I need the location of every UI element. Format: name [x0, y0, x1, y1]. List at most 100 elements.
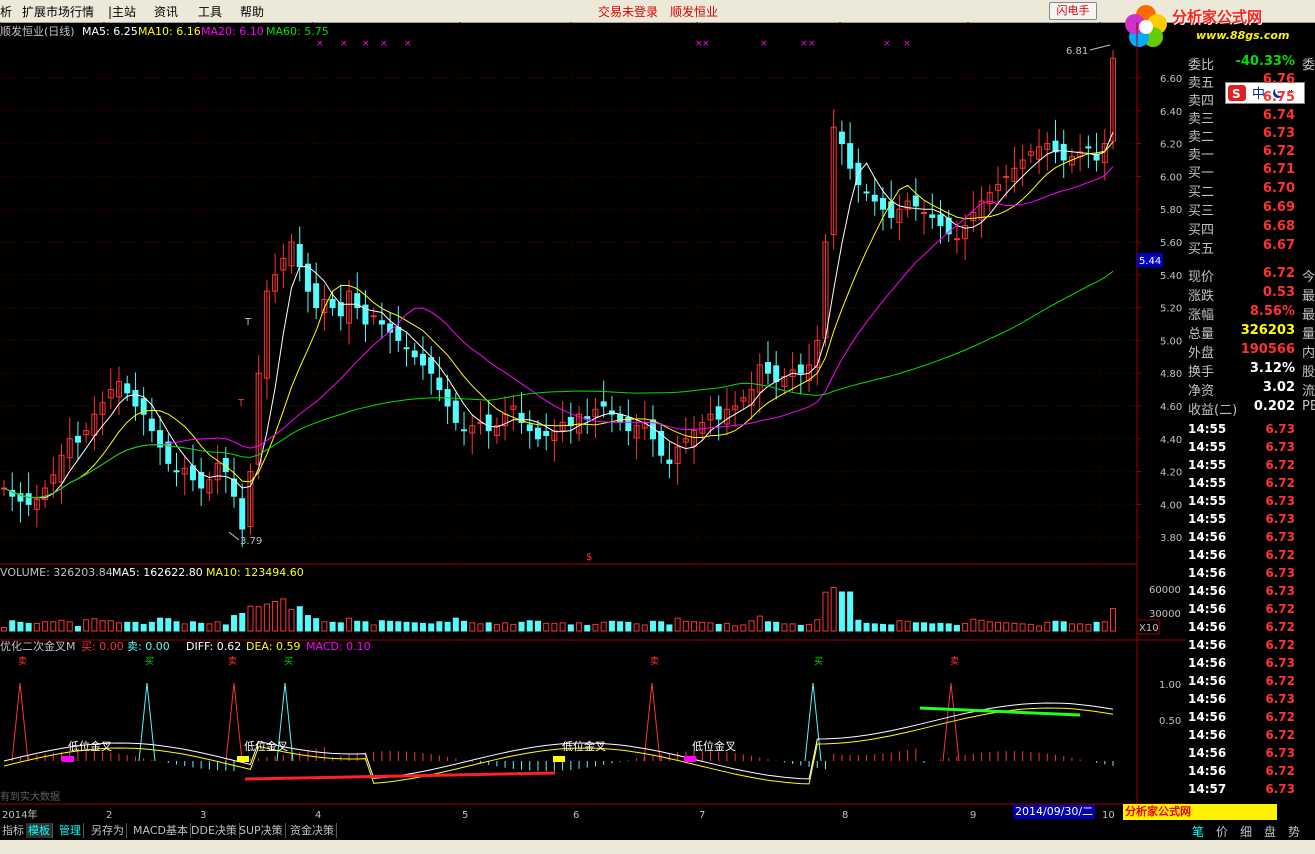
ma20-label: MA20: 6.10 — [201, 25, 264, 38]
volume-bar — [649, 620, 656, 632]
quote-stat-extra: 最 — [1302, 289, 1315, 304]
candle-body — [395, 326, 402, 341]
quote-sell-row[interactable]: 卖五 6.76 — [1186, 72, 1315, 91]
candle-body — [888, 201, 895, 218]
tick-price: 6.73 — [1265, 494, 1295, 508]
tab-indicator[interactable]: 指标 — [0, 823, 27, 838]
tab-detail[interactable]: 细 — [1240, 823, 1252, 840]
candle-body — [912, 195, 919, 207]
tick-time: 14:55 — [1188, 494, 1227, 508]
tick-time: 14:56 — [1188, 584, 1227, 598]
volume-bar — [25, 622, 32, 632]
volume-bar — [510, 623, 517, 632]
quote-sell-label: 卖五 — [1188, 76, 1215, 91]
candle-body — [764, 362, 771, 374]
quote-sell-row[interactable]: 卖三 6.74 — [1186, 108, 1315, 127]
tab-fund-decision[interactable]: 资金决策 — [288, 823, 337, 838]
tab-macd-basic[interactable]: MACD基本 — [131, 823, 191, 838]
volume-bar — [953, 624, 960, 632]
quote-buy-row[interactable]: 买五 6.67 — [1186, 238, 1315, 257]
volume-bar — [9, 620, 16, 632]
tick-row: 14:56 6.72 — [1186, 728, 1315, 746]
tab-orderbook[interactable]: 盘 — [1264, 823, 1276, 840]
kline-chart[interactable]: × × × × × × × × × × × × 顺发恒业(日线) MA5: 6.25 MA10: 6.… — [0, 22, 1186, 822]
tick-time: 14:55 — [1188, 512, 1227, 526]
current-stock-name: 顺发恒业 — [670, 5, 719, 19]
candle-body — [378, 320, 385, 325]
volume-bar — [879, 623, 886, 632]
indicator-sell: 卖: 0.00 — [127, 640, 170, 653]
volume-bar — [863, 622, 870, 632]
tab-trades[interactable]: 笔 — [1192, 823, 1204, 840]
volume-bar — [847, 591, 854, 632]
volume-bar — [962, 622, 969, 632]
volume-bar — [58, 619, 65, 632]
price-tick-label: 6.20 — [1160, 140, 1182, 151]
tab-template[interactable]: 模板 — [26, 823, 53, 838]
volume-ma10: MA10: 123494.60 — [206, 566, 304, 579]
candle-body — [838, 131, 845, 145]
trade-login-status[interactable]: 交易未登录 — [598, 3, 658, 20]
green-trend-line — [919, 706, 1081, 717]
quote-sell-label: 卖二 — [1188, 130, 1215, 145]
flash-trade-button[interactable]: 闪电手 — [1049, 2, 1097, 20]
volume-bar — [354, 620, 361, 632]
tab-save-as[interactable]: 另存为 — [89, 823, 127, 838]
tick-row: 14:56 6.73 — [1186, 746, 1315, 764]
quote-buy-row[interactable]: 买一 6.71 — [1186, 162, 1315, 181]
tab-trend[interactable]: 势 — [1288, 823, 1300, 840]
price-tick-label: 4.00 — [1160, 500, 1182, 511]
quote-sell-row[interactable]: 卖四 6.75 — [1186, 90, 1315, 109]
quote-stat-value: 0.53 — [1262, 285, 1295, 300]
sell-mark-3: 卖 — [950, 656, 959, 667]
volume-bar — [986, 621, 993, 632]
quote-stat-value: 8.56% — [1249, 304, 1295, 319]
volume-bar — [313, 618, 320, 632]
volume-bar — [1019, 623, 1026, 632]
volume-bar — [658, 621, 665, 632]
menu-item-main-site[interactable]: |主站 — [108, 3, 136, 20]
menu-item-tools[interactable]: 工具 — [198, 3, 222, 20]
volume-bar — [132, 621, 139, 632]
quote-ratio-value: -40.33% — [1235, 54, 1295, 69]
quote-buy-row[interactable]: 买二 6.70 — [1186, 181, 1315, 200]
quote-ratio-row: 委比 -40.33% 委 — [1186, 54, 1315, 73]
volume-bar — [633, 623, 640, 632]
menu-item-news[interactable]: 资讯 — [154, 3, 178, 20]
quote-stat-row: 换手 3.12% 股 — [1186, 361, 1315, 380]
sell-mark-2: 卖 — [650, 656, 659, 667]
tab-price[interactable]: 价 — [1216, 823, 1228, 840]
quote-buy-row[interactable]: 买四 6.68 — [1186, 219, 1315, 238]
volume-bar — [1060, 621, 1067, 632]
volume-bar — [181, 623, 188, 632]
cursor-date-box: 2014/09/30/二 — [1013, 805, 1095, 819]
tab-manage[interactable]: 管理 — [57, 823, 84, 838]
volume-bar — [1101, 621, 1108, 632]
menu-item-help[interactable]: 帮助 — [240, 3, 264, 20]
menu-item-extended-market[interactable]: 扩展市场行情 — [22, 3, 94, 20]
quote-buy-row[interactable]: 买三 6.69 — [1186, 200, 1315, 219]
tick-row: 14:56 6.72 — [1186, 764, 1315, 782]
volume-bar — [362, 621, 369, 632]
quote-sell-row[interactable]: 卖二 6.73 — [1186, 126, 1315, 145]
low-price-label: 3.79 — [240, 536, 262, 547]
tick-price: 6.72 — [1265, 548, 1295, 562]
candle-body — [239, 498, 246, 530]
signal-cross-mark: × — [380, 39, 388, 49]
x-axis-label: 10 — [1102, 810, 1115, 821]
volume-bar — [411, 622, 418, 632]
candle-body — [534, 427, 541, 440]
indicator-tick-050: 0.50 — [1159, 716, 1181, 727]
candle-body — [773, 365, 780, 382]
volume-bar — [806, 623, 813, 632]
quote-sell-row[interactable]: 卖一 6.72 — [1186, 144, 1315, 163]
tab-sup-decision[interactable]: SUP决策 — [237, 823, 286, 838]
volume-bar — [707, 622, 714, 632]
menu-item-analysis[interactable]: 析 — [0, 3, 12, 20]
price-tick-label: 5.20 — [1160, 304, 1182, 315]
tick-row: 14:56 6.73 — [1186, 584, 1315, 602]
candle-body — [715, 406, 722, 420]
tab-dde-decision[interactable]: DDE决策 — [189, 823, 240, 838]
volume-bar — [674, 617, 681, 632]
tick-price: 6.72 — [1265, 476, 1295, 490]
